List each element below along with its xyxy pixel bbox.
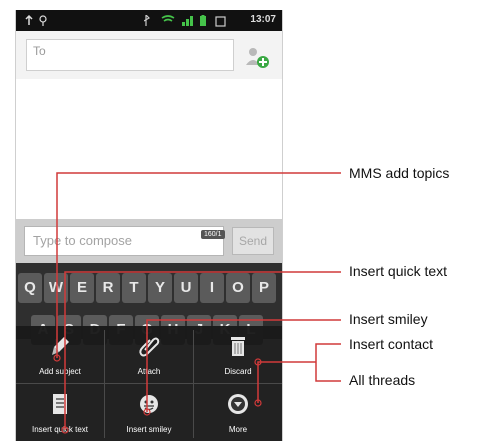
callout-all-threads: All threads <box>349 372 416 388</box>
callout-line-insert-contact-stub <box>257 361 316 403</box>
callout-line-insert-quick-text <box>64 271 341 430</box>
callout-insert-quick-text: Insert quick text <box>349 263 448 279</box>
callout-line-insert-contact <box>315 343 341 382</box>
callout-line-mms-add-topics <box>56 172 341 358</box>
callout-insert-contact: Insert contact <box>349 336 434 352</box>
callout-mms-add-topics: MMS add topics <box>349 165 450 181</box>
callout-line-insert-smiley <box>146 319 341 412</box>
callout-insert-smiley: Insert smiley <box>349 311 428 327</box>
